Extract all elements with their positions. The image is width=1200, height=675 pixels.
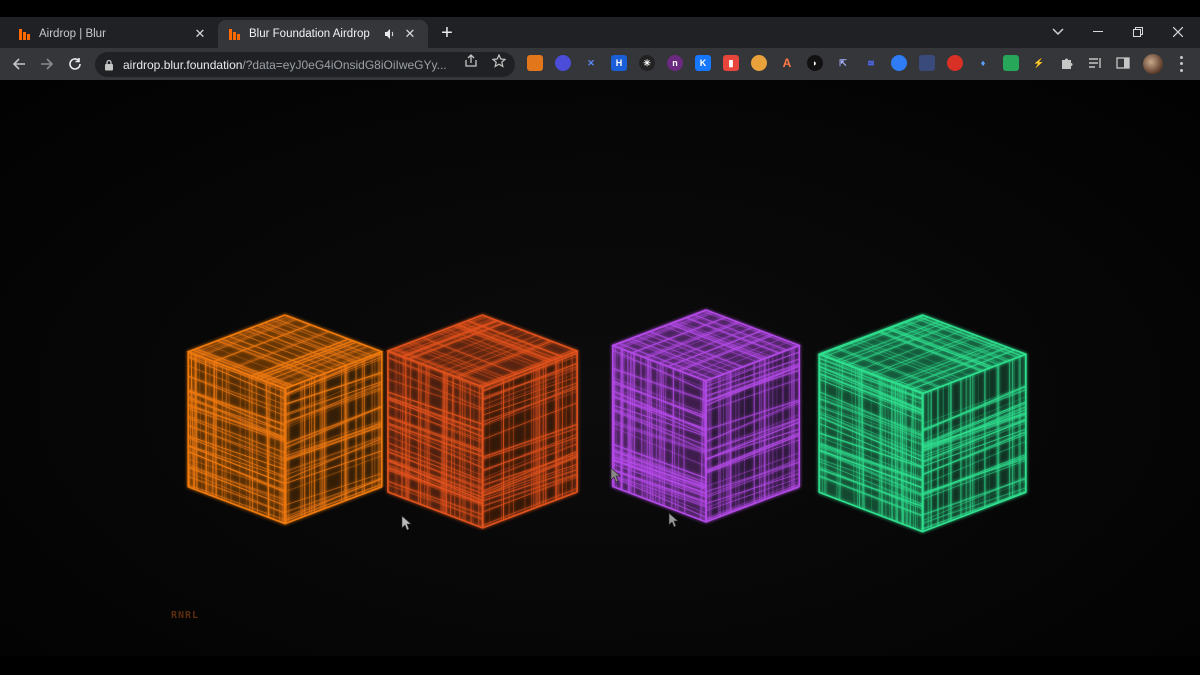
side-panel-icon[interactable] (1115, 55, 1131, 71)
tab-airdrop-blur[interactable]: Airdrop | Blur ✕ (8, 20, 218, 48)
tab-title: Blur Foundation Airdrop (249, 28, 370, 40)
back-arrow-icon[interactable] (7, 52, 31, 76)
extension-icon[interactable]: ≋ (863, 55, 879, 71)
mouse-cursor-icon (401, 515, 412, 531)
browser-chrome: Airdrop | Blur ✕ Blur Foundation Airdrop… (0, 17, 1200, 80)
airdrop-page: RNRL (0, 80, 1200, 656)
corner-label: RNRL (171, 610, 200, 621)
browser-toolbar: airdrop.blur.foundation/?data=eyJ0eG4iOn… (0, 48, 1200, 80)
extension-icon[interactable]: ◗ (807, 55, 823, 71)
extension-icon[interactable]: ✳ (639, 55, 655, 71)
extension-icon[interactable] (1003, 55, 1019, 71)
lock-icon[interactable] (95, 59, 123, 71)
more-menu-icon[interactable] (1176, 54, 1186, 74)
extension-icon[interactable]: A (779, 55, 795, 71)
tab-blur-foundation-airdrop[interactable]: Blur Foundation Airdrop ✕ (218, 20, 428, 48)
bookmark-star-icon[interactable] (490, 52, 508, 70)
url-host: airdrop.blur.foundation (123, 57, 243, 72)
minimize-button[interactable] (1078, 20, 1118, 44)
orange-box[interactable] (175, 305, 395, 530)
close-window-button[interactable] (1158, 20, 1198, 44)
url-path: /?data=eyJ0eG4iOnsidG8iOiIweGYy... (242, 57, 447, 72)
tab-close-icon[interactable]: ✕ (402, 26, 418, 42)
extension-icon[interactable] (751, 55, 767, 71)
mouse-cursor-icon (668, 512, 679, 528)
restore-button[interactable] (1118, 20, 1158, 44)
speaker-icon[interactable] (382, 26, 398, 42)
new-tab-button[interactable]: + (436, 23, 458, 45)
reading-list-icon[interactable] (1087, 55, 1103, 71)
extension-icon[interactable]: ⇱ (835, 55, 851, 71)
letterbox-bottom (0, 656, 1200, 675)
blur-favicon-icon (228, 28, 241, 41)
metamask-extension-icon[interactable] (527, 55, 543, 71)
extension-icon[interactable] (891, 55, 907, 71)
puzzle-icon[interactable] (1059, 55, 1075, 71)
mouse-cursor-icon (610, 467, 621, 483)
reload-icon[interactable] (63, 52, 87, 76)
tab-search-icon[interactable] (1038, 20, 1078, 44)
url-text[interactable]: airdrop.blur.foundation/?data=eyJ0eG4iOn… (123, 58, 453, 72)
extension-icon[interactable]: ✕ (583, 55, 599, 71)
green-box[interactable] (805, 305, 1040, 535)
share-icon[interactable] (462, 52, 480, 70)
forward-arrow-icon[interactable] (35, 52, 59, 76)
extension-icon[interactable] (919, 55, 935, 71)
extension-icon[interactable]: K (695, 55, 711, 71)
extension-icon[interactable]: n (667, 55, 683, 71)
profile-avatar[interactable] (1143, 54, 1163, 74)
extension-icon[interactable]: H (611, 55, 627, 71)
extension-icon[interactable]: ⚡ (1031, 55, 1047, 71)
extension-icon[interactable] (947, 55, 963, 71)
tab-title: Airdrop | Blur (39, 28, 106, 40)
letterbox-top (0, 0, 1200, 17)
red-orange-box[interactable] (375, 305, 590, 540)
tab-strip: Airdrop | Blur ✕ Blur Foundation Airdrop… (0, 17, 1200, 48)
extension-icon[interactable]: ▮ (723, 55, 739, 71)
purple-box[interactable] (600, 300, 812, 535)
extension-icon[interactable]: ♦ (975, 55, 991, 71)
tab-close-icon[interactable]: ✕ (192, 26, 208, 42)
extension-icon[interactable] (555, 55, 571, 71)
blur-favicon-icon (18, 28, 31, 41)
address-bar[interactable]: airdrop.blur.foundation/?data=eyJ0eG4iOn… (95, 52, 515, 77)
